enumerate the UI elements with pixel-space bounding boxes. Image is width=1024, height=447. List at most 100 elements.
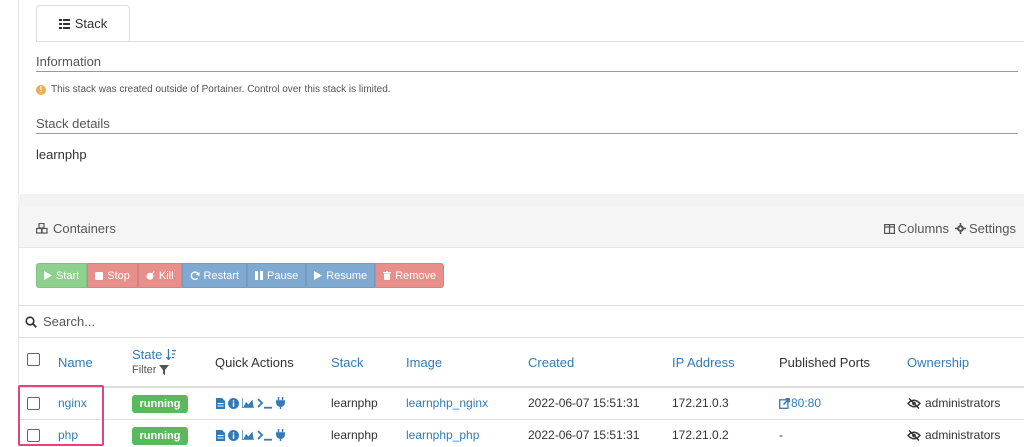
stack-cell: learnphp xyxy=(331,396,378,410)
refresh-icon xyxy=(190,270,200,280)
remove-button[interactable]: Remove xyxy=(375,263,445,288)
logs-icon[interactable] xyxy=(216,397,225,409)
quick-actions xyxy=(216,397,285,409)
ownership-label: administrators xyxy=(925,396,1001,410)
restart-label: Restart xyxy=(203,269,240,282)
columns-button[interactable]: Columns xyxy=(883,221,950,236)
tab-stack-label: Stack xyxy=(74,16,108,31)
eye-slash-icon xyxy=(907,397,921,409)
name-column-highlight xyxy=(18,385,104,446)
tab-divider xyxy=(36,41,1024,42)
settings-label: Settings xyxy=(969,221,1016,236)
pause-button[interactable]: Pause xyxy=(247,263,307,288)
settings-button[interactable]: Settings xyxy=(955,221,1016,236)
filter-icon xyxy=(159,365,170,375)
sort-icon xyxy=(166,349,177,360)
kill-button[interactable]: Kill xyxy=(137,263,182,288)
published-ports-cell: - xyxy=(779,428,783,442)
stop-button[interactable]: Stop xyxy=(87,263,138,288)
attach-plug-icon[interactable] xyxy=(276,429,285,441)
info-icon[interactable] xyxy=(228,397,239,409)
column-ip-address[interactable]: IP Address xyxy=(672,355,735,370)
stats-icon[interactable] xyxy=(242,430,254,440)
column-published-ports: Published Ports xyxy=(779,355,871,370)
trash-icon xyxy=(383,271,392,280)
column-state[interactable]: State xyxy=(132,347,177,362)
containers-card: Containers Columns Settings Start Stop K… xyxy=(18,207,1024,447)
created-cell: 2022-06-07 15:51:31 xyxy=(528,428,640,442)
limited-control-notice: ! This stack was created outside of Port… xyxy=(36,84,391,95)
state-filter-label: Filter xyxy=(132,364,157,376)
image-link[interactable]: learnphp_php xyxy=(406,428,479,442)
restart-button[interactable]: Restart xyxy=(181,263,248,288)
stop-icon xyxy=(95,271,104,280)
containers-title-label: Containers xyxy=(53,221,116,236)
container-actions: Start Stop Kill Restart Pause Resume Rem… xyxy=(36,263,445,288)
kill-label: Kill xyxy=(158,269,174,282)
column-state-label: State xyxy=(132,347,163,362)
column-image[interactable]: Image xyxy=(406,355,442,370)
table-row: php running learnphp learnphp_php 2022-0… xyxy=(19,420,1024,447)
column-quick-actions: Quick Actions xyxy=(215,355,294,370)
column-name[interactable]: Name xyxy=(58,355,93,370)
warning-icon: ! xyxy=(36,84,46,95)
play-icon xyxy=(314,271,323,280)
column-created[interactable]: Created xyxy=(528,355,574,370)
information-heading: Information xyxy=(36,54,102,69)
ownership-cell: administrators xyxy=(907,428,1000,442)
gear-icon xyxy=(955,223,967,234)
logs-icon[interactable] xyxy=(216,429,225,441)
search-input[interactable]: Search... xyxy=(43,314,95,329)
info-icon[interactable] xyxy=(228,429,239,441)
information-divider xyxy=(36,71,1018,72)
published-port-label: 80:80 xyxy=(791,396,822,410)
columns-label: Columns xyxy=(897,221,950,236)
pause-icon xyxy=(255,271,264,280)
ownership-cell: administrators xyxy=(907,396,1000,410)
resume-label: Resume xyxy=(326,269,368,282)
start-label: Start xyxy=(56,269,80,282)
select-all-checkbox[interactable] xyxy=(27,353,40,366)
state-filter[interactable]: Filter xyxy=(132,364,170,376)
stack-cell: learnphp xyxy=(331,428,378,442)
start-button[interactable]: Start xyxy=(36,263,88,288)
stop-label: Stop xyxy=(107,269,130,282)
table-options: Columns Settings xyxy=(883,221,1016,236)
bomb-icon xyxy=(146,271,155,280)
stack-details-heading: Stack details xyxy=(36,116,110,131)
console-icon[interactable] xyxy=(257,397,273,409)
table-row: nginx running learnphp learnphp_nginx 20… xyxy=(19,388,1024,420)
list-icon xyxy=(58,18,70,29)
remove-label: Remove xyxy=(395,269,437,282)
eye-slash-icon xyxy=(907,429,921,441)
created-cell: 2022-06-07 15:51:31 xyxy=(528,396,640,410)
status-badge: running xyxy=(132,427,188,445)
table-header: Name State Filter Quick Actions Stack Im… xyxy=(19,338,1024,388)
search-icon xyxy=(25,315,37,328)
status-badge: running xyxy=(132,395,188,413)
tab-stack[interactable]: Stack xyxy=(36,5,130,42)
column-stack[interactable]: Stack xyxy=(331,355,364,370)
image-link[interactable]: learnphp_nginx xyxy=(406,396,488,410)
stats-icon[interactable] xyxy=(242,398,254,408)
ip-address-cell: 172.21.0.3 xyxy=(672,396,729,410)
columns-icon xyxy=(883,223,895,234)
containers-header: Containers Columns Settings xyxy=(19,207,1024,248)
pause-label: Pause xyxy=(267,269,299,282)
stack-card: Stack Information ! This stack was creat… xyxy=(18,0,1024,194)
quick-actions xyxy=(216,429,285,441)
ip-address-cell: 172.21.0.2 xyxy=(672,428,729,442)
limited-control-text: This stack was created outside of Portai… xyxy=(51,84,391,95)
column-ownership[interactable]: Ownership xyxy=(907,355,969,370)
cubes-icon xyxy=(36,223,48,234)
ownership-label: administrators xyxy=(925,428,1001,442)
console-icon[interactable] xyxy=(257,429,273,441)
stack-name: learnphp xyxy=(36,147,87,162)
attach-plug-icon[interactable] xyxy=(276,397,285,409)
published-port-link[interactable]: 80:80 xyxy=(779,396,821,410)
play-icon xyxy=(44,271,52,280)
search-bar[interactable]: Search... xyxy=(19,305,1024,338)
resume-button[interactable]: Resume xyxy=(306,263,376,288)
containers-title: Containers xyxy=(36,221,116,236)
external-link-icon xyxy=(779,397,790,409)
